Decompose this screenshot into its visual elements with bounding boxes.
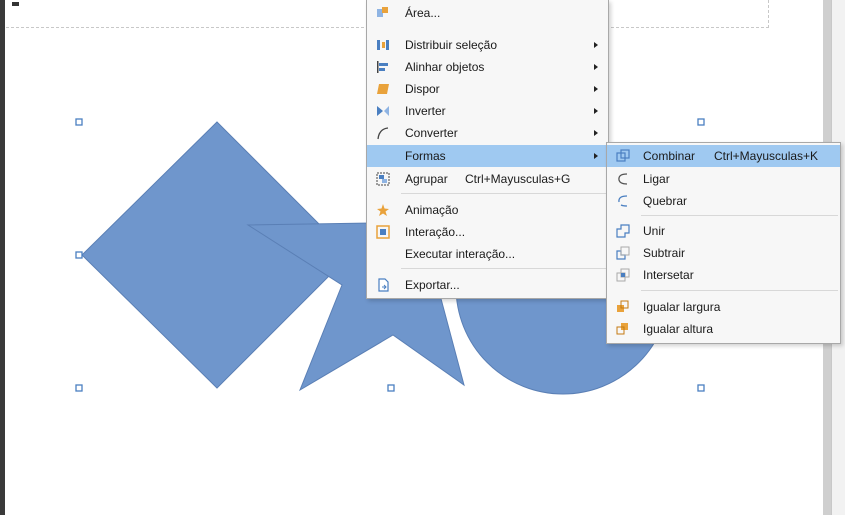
menu-item-label: Alinhar objetos — [405, 60, 485, 74]
handle-middle-left[interactable] — [75, 251, 83, 259]
animation-icon — [375, 202, 391, 218]
submenu-item-intersect[interactable]: Intersetar — [607, 264, 840, 286]
menu-item-align-objects[interactable]: Alinhar objetos — [367, 56, 608, 78]
intersect-icon — [615, 267, 631, 283]
submenu-arrow-icon — [594, 108, 598, 114]
menu-item-arrange[interactable]: Dispor — [367, 78, 608, 100]
submenu-item-equal-width[interactable]: Igualar largura — [607, 296, 840, 318]
distribute-icon — [375, 37, 391, 53]
convert-icon — [375, 125, 391, 141]
menu-item-shapes[interactable]: Formas — [367, 145, 608, 167]
export-icon — [375, 277, 391, 293]
combine-icon — [615, 148, 631, 164]
menu-separator — [641, 290, 838, 291]
submenu-item-combine[interactable]: Combinar Ctrl+Mayusculas+K — [607, 145, 840, 167]
menu-separator — [401, 268, 606, 269]
menu-item-shortcut: Ctrl+Mayusculas+G — [465, 172, 571, 186]
menu-item-label: Unir — [643, 224, 666, 238]
menu-item-label: Subtrair — [643, 246, 686, 260]
submenu-arrow-icon — [594, 153, 598, 159]
connect-icon — [615, 171, 631, 187]
area-icon — [375, 5, 391, 21]
menu-item-label: Converter — [405, 126, 458, 140]
handle-bottom-left[interactable] — [75, 384, 83, 392]
menu-item-distribute-selection[interactable]: Distribuir seleção — [367, 34, 608, 56]
equal-height-icon — [615, 321, 631, 337]
menu-item-label: Intersetar — [643, 268, 694, 282]
menu-item-label: Área... — [405, 6, 441, 20]
submenu-arrow-icon — [594, 86, 598, 92]
handle-bottom-middle[interactable] — [387, 384, 395, 392]
shapes-submenu: Combinar Ctrl+Mayusculas+K Ligar Quebrar… — [606, 142, 841, 344]
merge-icon — [615, 223, 631, 239]
handle-top-left[interactable] — [75, 118, 83, 126]
menu-item-area[interactable]: Área... — [367, 2, 608, 24]
menu-item-group[interactable]: Agrupar Ctrl+Mayusculas+G — [367, 168, 608, 190]
context-menu: Área... Distribuir seleção Alinhar objet… — [366, 0, 609, 299]
menu-item-label: Formas — [405, 149, 446, 163]
menu-item-label: Combinar — [643, 149, 696, 163]
subtract-icon — [615, 245, 631, 261]
group-icon — [375, 171, 391, 187]
menu-item-animation[interactable]: Animação — [367, 199, 608, 221]
flip-icon — [375, 103, 391, 119]
menu-item-flip[interactable]: Inverter — [367, 100, 608, 122]
menu-item-label: Igualar altura — [643, 322, 714, 336]
handle-top-right[interactable] — [697, 118, 705, 126]
submenu-item-connect[interactable]: Ligar — [607, 168, 840, 190]
menu-item-label: Inverter — [405, 104, 446, 118]
menu-item-label: Exportar... — [405, 278, 460, 292]
menu-item-convert[interactable]: Converter — [367, 122, 608, 144]
menu-item-label: Interação... — [405, 225, 466, 239]
interaction-icon — [375, 224, 391, 240]
submenu-item-subtract[interactable]: Subtrair — [607, 242, 840, 264]
menu-item-shortcut: Ctrl+Mayusculas+K — [714, 149, 819, 163]
handle-bottom-right[interactable] — [697, 384, 705, 392]
submenu-item-break[interactable]: Quebrar — [607, 190, 840, 212]
menu-item-label: Distribuir seleção — [405, 38, 498, 52]
menu-item-label: Ligar — [643, 172, 670, 186]
menu-item-label: Quebrar — [643, 194, 688, 208]
menu-item-label: Igualar largura — [643, 300, 721, 314]
submenu-arrow-icon — [594, 130, 598, 136]
align-icon — [375, 59, 391, 75]
menu-item-label: Agrupar — [405, 172, 448, 186]
menu-item-export[interactable]: Exportar... — [367, 274, 608, 296]
menu-item-label: Animação — [405, 203, 459, 217]
equal-width-icon — [615, 299, 631, 315]
submenu-item-equal-height[interactable]: Igualar altura — [607, 318, 840, 340]
menu-item-execute-interaction[interactable]: Executar interação... — [367, 243, 608, 265]
break-icon — [615, 193, 631, 209]
menu-item-label: Dispor — [405, 82, 440, 96]
submenu-arrow-icon — [594, 42, 598, 48]
menu-item-interaction[interactable]: Interação... — [367, 221, 608, 243]
submenu-arrow-icon — [594, 64, 598, 70]
menu-separator — [641, 215, 838, 216]
menu-separator — [401, 193, 606, 194]
menu-item-label: Executar interação... — [405, 247, 516, 261]
arrange-icon — [375, 81, 391, 97]
submenu-item-merge[interactable]: Unir — [607, 220, 840, 242]
